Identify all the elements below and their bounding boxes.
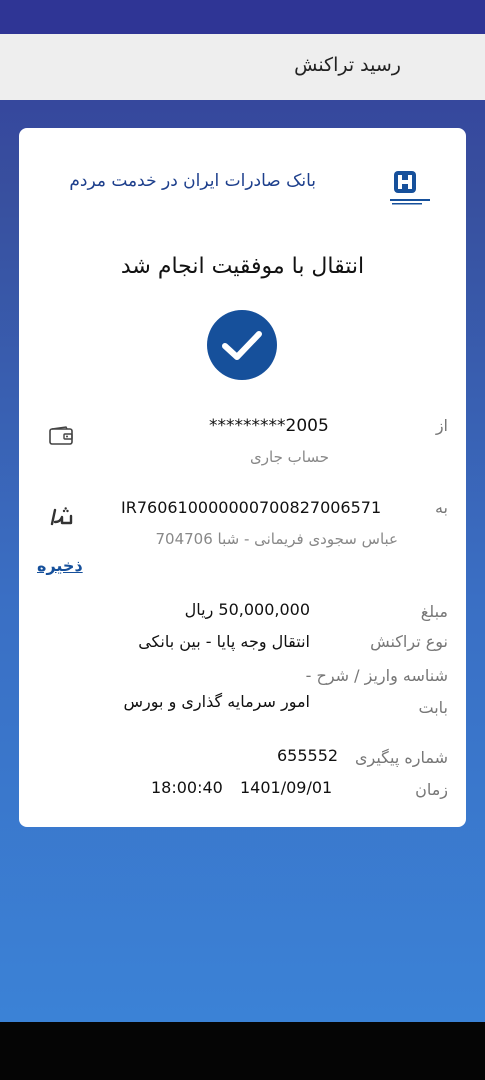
deposit-id-label: شناسه واریز / شرح -: [305, 666, 448, 685]
bank-saderat-logo-icon: [390, 171, 430, 205]
success-title: انتقال با موفقیت انجام شد: [120, 254, 365, 279]
to-label: به: [434, 498, 448, 517]
time-label: زمان: [415, 780, 448, 799]
status-bar: [0, 0, 485, 34]
amount-value: 50,000,000 ریال: [184, 600, 310, 619]
receipt-card: بانک صادرات ایران در خدمت مردم انتقال با…: [19, 128, 466, 827]
wallet-icon: [49, 426, 73, 445]
from-label: از: [435, 416, 448, 435]
bank-name: بانک صادرات ایران در خدمت مردم: [69, 171, 316, 191]
amount-label: مبلغ: [420, 602, 448, 621]
success-check-icon: [207, 310, 277, 380]
save-destination-button[interactable]: ذخیره: [37, 556, 83, 575]
transaction-type-value: انتقال وجه پایا - بین بانکی: [138, 632, 310, 651]
system-navigation-bar: [0, 1022, 485, 1080]
date-value: 1401/09/01: [240, 778, 333, 797]
page-title: رسید تراکنش: [294, 54, 401, 76]
tracking-number-label: شماره پیگیری: [354, 748, 448, 767]
tracking-number-value: 655552: [277, 746, 339, 765]
to-iban: IR760610000000700827006571: [121, 498, 382, 517]
from-account: *********2005: [209, 416, 329, 436]
app-bar: رسید تراکنش: [0, 34, 485, 100]
time-value: 18:00:40: [151, 778, 223, 797]
purpose-label: بابت: [418, 698, 449, 717]
shaba-icon: [50, 507, 73, 526]
transaction-type-label: نوع تراکنش: [370, 632, 448, 651]
from-account-type: حساب جاری: [250, 448, 329, 466]
purpose-value: امور سرمایه گذاری و بورس: [123, 692, 310, 711]
to-holder: عباس سجودی فریمانی - شبا 704706: [155, 530, 398, 548]
